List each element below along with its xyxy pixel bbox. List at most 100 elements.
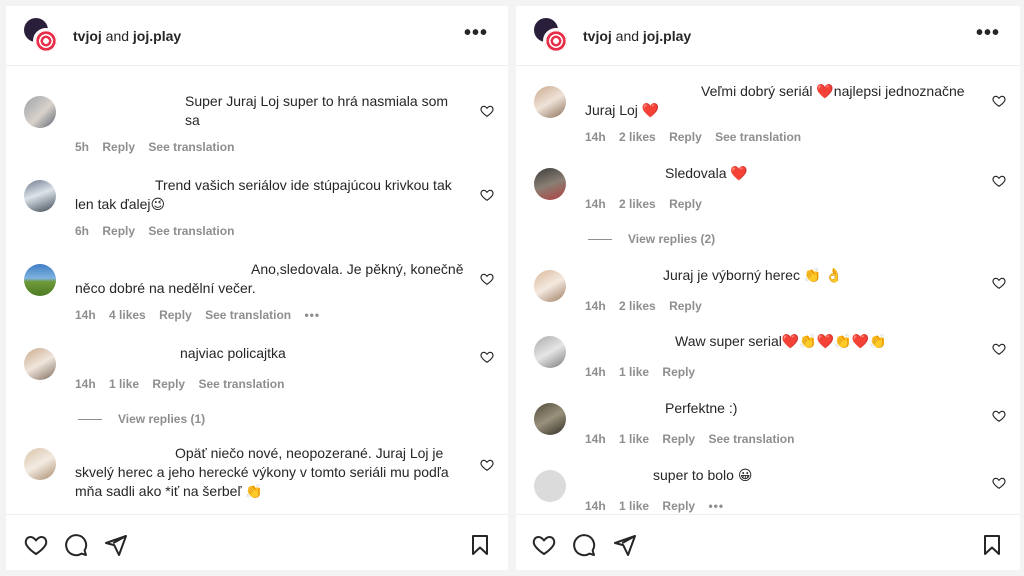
comment-meta: 14h 2 likes Reply See translation xyxy=(585,130,811,144)
avatar[interactable] xyxy=(534,403,566,435)
comment-more-icon[interactable]: ••• xyxy=(304,308,320,322)
account-and: and xyxy=(615,28,640,44)
avatar[interactable] xyxy=(24,264,56,296)
avatar[interactable] xyxy=(534,168,566,200)
timestamp: 14h xyxy=(585,499,606,513)
heart-icon[interactable] xyxy=(992,174,1006,188)
heart-icon[interactable] xyxy=(992,276,1006,290)
post-panel-right: tvjoj and joj.play ••• Veľmi dobrý seriá… xyxy=(516,6,1020,570)
comment-text: Ano,sledovala. Je pěkný, konečně něco do… xyxy=(75,261,464,296)
see-translation-link[interactable]: See translation xyxy=(715,130,801,144)
see-translation-link[interactable]: See translation xyxy=(148,224,234,238)
likes-count[interactable]: 1 like xyxy=(619,432,649,446)
reply-link[interactable]: Reply xyxy=(662,499,695,513)
see-translation-link[interactable]: See translation xyxy=(198,377,284,391)
heart-icon[interactable] xyxy=(480,458,494,472)
heart-icon[interactable] xyxy=(480,188,494,202)
comment-text: Trend vašich seriálov ide stúpajúcou kri… xyxy=(75,177,452,212)
comment-meta: 5h Reply See translation xyxy=(75,140,244,154)
timestamp: 14h xyxy=(75,377,96,391)
comment-meta: 14h 1 like Reply xyxy=(585,365,705,379)
timestamp: 14h xyxy=(585,130,606,144)
account-names: tvjoj and joj.play xyxy=(583,28,691,44)
replies-line xyxy=(78,419,102,421)
likes-count[interactable]: 4 likes xyxy=(109,308,146,322)
post-actions-bar xyxy=(516,514,1020,570)
comment-meta: 14h 2 likes Reply xyxy=(585,197,712,211)
comment-text: Juraj je výborný herec 👏 👌 xyxy=(663,267,843,283)
account-avatar[interactable] xyxy=(534,18,570,54)
reply-link[interactable]: Reply xyxy=(102,224,135,238)
comment-text: Waw super serial❤️👏❤️👏❤️👏 xyxy=(675,333,887,349)
comment-text: super to bolo 😀 xyxy=(653,467,753,483)
timestamp: 14h xyxy=(585,432,606,446)
reply-link[interactable]: Reply xyxy=(662,432,695,446)
avatar[interactable] xyxy=(24,448,56,480)
heart-icon[interactable] xyxy=(992,409,1006,423)
comment-text: Sledovala ❤️ xyxy=(665,165,748,181)
avatar[interactable] xyxy=(24,180,56,212)
comments-list: Super Juraj Loj super to hrá nasmiala so… xyxy=(6,68,508,514)
post-header: tvjoj and joj.play ••• xyxy=(6,6,508,66)
comment-text: Veľmi dobrý seriál ❤️najlepsi jednoznačn… xyxy=(585,83,965,118)
account-name-1[interactable]: tvjoj xyxy=(73,28,102,44)
reply-link[interactable]: Reply xyxy=(102,140,135,154)
reply-link[interactable]: Reply xyxy=(152,377,185,391)
post-header: tvjoj and joj.play ••• xyxy=(516,6,1020,66)
like-icon[interactable] xyxy=(532,533,556,557)
reply-link[interactable]: Reply xyxy=(669,130,702,144)
avatar[interactable] xyxy=(24,96,56,128)
likes-count[interactable]: 1 like xyxy=(619,365,649,379)
likes-count[interactable]: 2 likes xyxy=(619,130,656,144)
heart-icon[interactable] xyxy=(992,342,1006,356)
avatar[interactable] xyxy=(534,470,566,502)
share-icon[interactable] xyxy=(104,533,128,557)
account-name-1[interactable]: tvjoj xyxy=(583,28,612,44)
comment-icon[interactable] xyxy=(64,533,88,557)
view-replies-button[interactable]: View replies (1) xyxy=(78,412,205,426)
account-name-2[interactable]: joj.play xyxy=(643,28,691,44)
comment-meta: 14h 1 like Reply See translation xyxy=(585,432,804,446)
reply-link[interactable]: Reply xyxy=(669,299,702,313)
see-translation-link[interactable]: See translation xyxy=(205,308,291,322)
heart-icon[interactable] xyxy=(992,476,1006,490)
see-translation-link[interactable]: See translation xyxy=(708,432,794,446)
likes-count[interactable]: 2 likes xyxy=(619,197,656,211)
account-and: and xyxy=(105,28,130,44)
avatar[interactable] xyxy=(534,336,566,368)
avatar[interactable] xyxy=(24,348,56,380)
heart-icon[interactable] xyxy=(992,94,1006,108)
save-icon[interactable] xyxy=(468,533,492,557)
account-avatar[interactable] xyxy=(24,18,60,54)
like-icon[interactable] xyxy=(24,533,48,557)
avatar[interactable] xyxy=(534,86,566,118)
comment-text: Perfektne :) xyxy=(665,400,738,416)
comment-meta: 14h 1 like Reply See translation xyxy=(75,377,294,391)
timestamp: 5h xyxy=(75,140,90,154)
comments-list: Veľmi dobrý seriál ❤️najlepsi jednoznačn… xyxy=(516,68,1020,514)
heart-icon[interactable] xyxy=(480,350,494,364)
comment-icon[interactable] xyxy=(572,533,596,557)
reply-link[interactable]: Reply xyxy=(159,308,192,322)
avatar[interactable] xyxy=(534,270,566,302)
view-replies-button[interactable]: View replies (2) xyxy=(588,232,715,246)
comment-meta: 6h Reply See translation xyxy=(75,224,244,238)
reply-link[interactable]: Reply xyxy=(662,365,695,379)
account-name-2[interactable]: joj.play xyxy=(133,28,181,44)
likes-count[interactable]: 1 like xyxy=(109,377,139,391)
save-icon[interactable] xyxy=(980,533,1004,557)
heart-icon[interactable] xyxy=(480,272,494,286)
more-icon[interactable]: ••• xyxy=(464,22,488,45)
comment-meta: 14h 4 likes Reply See translation ••• xyxy=(75,308,330,322)
see-translation-link[interactable]: See translation xyxy=(148,140,234,154)
likes-count[interactable]: 2 likes xyxy=(619,299,656,313)
heart-icon[interactable] xyxy=(480,104,494,118)
likes-count[interactable]: 1 like xyxy=(619,499,649,513)
comment-text: najviac policajtka xyxy=(180,345,286,361)
reply-link[interactable]: Reply xyxy=(669,197,702,211)
more-icon[interactable]: ••• xyxy=(976,22,1000,45)
comment-meta: 14h 1 like Reply ••• xyxy=(585,499,734,513)
post-actions-bar xyxy=(6,514,508,570)
share-icon[interactable] xyxy=(613,533,637,557)
comment-more-icon[interactable]: ••• xyxy=(708,499,724,513)
